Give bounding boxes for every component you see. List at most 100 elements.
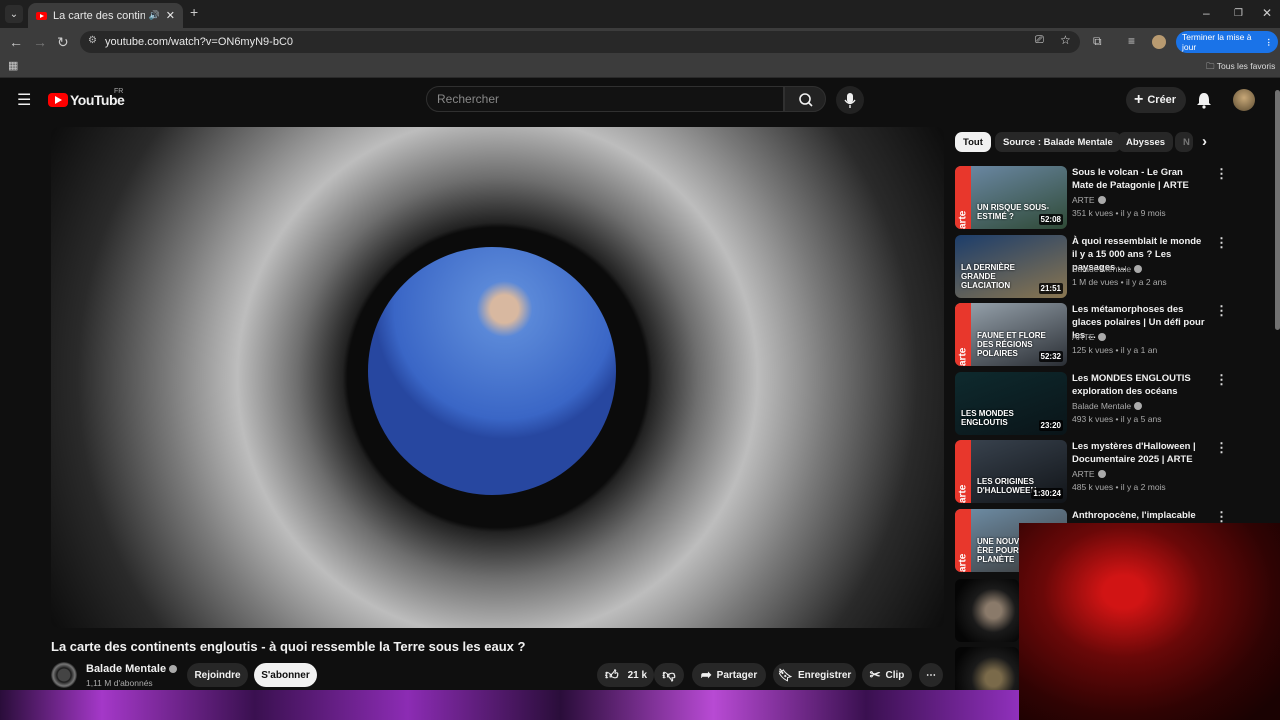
new-tab-icon[interactable]: + [190,4,198,20]
update-button[interactable]: Terminer la mise à jour ⋮ [1176,31,1278,53]
hamburger-menu-icon[interactable]: ☰ [17,90,31,110]
recommendation-item[interactable]: arte LES ORIGINES D'HALLOWEEN 1:30:24 Le… [955,440,1275,505]
video-duration: 52:32 [1038,351,1063,362]
reading-list-icon[interactable]: ≡ [1128,34,1135,48]
more-actions-button[interactable]: ⋯ [919,663,943,687]
more-options-icon[interactable]: ⋮ [1215,372,1228,388]
voice-search-button[interactable] [836,86,864,114]
verified-icon [1134,265,1143,273]
rec-thumbnail[interactable] [955,579,1019,642]
browser-toolbar: ← → ↻ ⚙ youtube.com/watch?v=ON6myN9-bC0 … [0,28,1280,56]
browser-tab[interactable]: La carte des continents engloutis 🔊 ✕ [28,3,183,28]
rec-meta: 485 k vues • il y a 2 mois [1072,482,1166,492]
rec-channel[interactable]: ARTE [1072,469,1106,479]
recommendation-item[interactable]: LES MONDES ENGLOUTIS 23:20 Les MONDES EN… [955,372,1275,437]
channel-avatar[interactable] [51,662,77,688]
more-options-icon[interactable]: ⋮ [1215,303,1228,319]
site-info-icon[interactable]: ⚙ [88,35,97,46]
account-avatar[interactable] [1233,89,1255,111]
verified-icon [169,665,178,673]
search-button[interactable] [784,86,826,112]
rec-title[interactable]: Les mystères d'Halloween | Documentaire … [1072,440,1207,466]
rec-thumbnail[interactable]: LES MONDES ENGLOUTIS 23:20 [955,372,1067,435]
chip-all[interactable]: Tout [955,132,991,152]
rec-channel-name: ARTE [1072,469,1095,479]
tab-search-chevron-icon[interactable]: ⌄ [5,5,23,23]
recommendation-item[interactable]: arte FAUNE ET FLORE DES RÉGIONS POLAIRES… [955,303,1275,368]
bookmarks-bar: ▦ 🗀 Tous les favoris [0,56,1280,78]
save-button[interactable]: 🔖︎ Enregistrer [773,663,856,687]
video-player[interactable] [51,127,944,628]
subscribe-button[interactable]: S'abonner [254,663,317,687]
rec-channel[interactable]: Balade Mentale [1072,401,1143,411]
rec-thumbnail[interactable]: arte FAUNE ET FLORE DES RÉGIONS POLAIRES… [955,303,1067,366]
more-options-icon[interactable]: ⋮ [1215,166,1228,182]
rec-channel[interactable]: Balade Mentale [1072,264,1143,274]
arte-logo: arte [955,509,971,572]
rec-channel-name: ARTE [1072,332,1095,342]
arte-logo: arte [955,303,971,366]
install-app-icon[interactable]: ⎚ [1035,34,1044,47]
chip-abysses[interactable]: Abysses [1118,132,1174,152]
rec-thumbnail[interactable]: LA DERNIÈRE GRANDE GLACIATION 21:51 [955,235,1067,298]
dislike-button[interactable]: 👎︎ [654,663,684,687]
create-label: Créer [1147,94,1177,106]
chip-source[interactable]: Source : Balade Mentale [995,132,1121,152]
recommendation-item[interactable]: arte UN RISQUE SOUS-ESTIMÉ ? 52:08 Sous … [955,166,1275,231]
address-bar[interactable]: ⚙ youtube.com/watch?v=ON6myN9-bC0 ⎚ ☆ [80,31,1080,53]
video-title: La carte des continents engloutis - à qu… [51,639,526,654]
back-icon[interactable]: ← [9,34,23,50]
channel-name-text: Balade Mentale [86,663,167,675]
rec-title[interactable]: Les MONDES ENGLOUTIS exploration des océ… [1072,372,1207,398]
page-scrollbar[interactable] [1275,90,1280,330]
join-button[interactable]: Rejoindre [187,663,248,687]
profile-avatar-icon[interactable] [1152,35,1166,49]
search-input[interactable]: Rechercher [426,86,784,112]
like-button[interactable]: 👍︎ 21 k [597,663,654,687]
close-window-icon[interactable]: ✕ [1262,6,1272,20]
rec-meta: 351 k vues • il y a 9 mois [1072,208,1166,218]
video-duration: 1:30:24 [1031,488,1063,499]
extensions-icon[interactable]: ⧉ [1093,34,1102,49]
rec-title[interactable]: Anthropocène, l'implacable [1072,509,1207,522]
restore-icon[interactable]: ❐ [1234,8,1243,19]
rec-thumbnail[interactable]: arte UN RISQUE SOUS-ESTIMÉ ? 52:08 [955,166,1067,229]
tab-title: La carte des continents engloutis [53,9,145,22]
create-button[interactable]: + Créer [1126,87,1186,113]
share-arrow-icon: ➦ [700,667,712,682]
rec-channel-name: Balade Mentale [1072,264,1132,274]
more-options-icon[interactable]: ⋮ [1215,235,1228,251]
rec-title[interactable]: Sous le volcan - Le Gran Mate de Patagon… [1072,166,1207,192]
forward-icon[interactable]: → [33,34,47,50]
like-count: 21 k [627,669,648,681]
share-button[interactable]: ➦ Partager [692,663,766,687]
microphone-icon [844,93,856,108]
rec-channel[interactable]: ARTE [1072,332,1106,342]
bookmark-star-icon[interactable]: ☆ [1060,33,1071,47]
audio-icon[interactable]: 🔊 [149,10,160,21]
close-tab-icon[interactable]: ✕ [166,9,175,22]
apps-grid-icon[interactable]: ▦ [8,59,18,72]
reload-icon[interactable]: ↻ [57,34,69,51]
minimize-icon[interactable]: – [1203,6,1210,20]
plus-icon: + [1134,91,1144,108]
more-dots-icon: ⋯ [926,669,936,681]
chevron-right-icon[interactable]: › [1202,133,1207,150]
rec-thumbnail[interactable]: arte LES ORIGINES D'HALLOWEEN 1:30:24 [955,440,1067,503]
recommendation-item[interactable]: LA DERNIÈRE GRANDE GLACIATION 21:51 À qu… [955,235,1275,300]
channel-name[interactable]: Balade Mentale [86,663,178,675]
rec-meta: 125 k vues • il y a 1 an [1072,345,1158,355]
chip-next[interactable]: N [1175,132,1193,152]
video-duration: 52:08 [1038,214,1063,225]
all-bookmarks[interactable]: 🗀 Tous les favoris [1206,61,1275,75]
verified-icon [1097,333,1106,341]
rec-channel[interactable]: ARTE [1072,195,1106,205]
youtube-logo[interactable]: YouTube FR [48,88,125,108]
bookmark-icon: 🔖︎ [777,668,793,682]
more-options-icon[interactable]: ⋮ [1215,440,1228,456]
clip-button[interactable]: ✂ Clip [862,663,912,687]
menu-dots-icon[interactable]: ⋮ [1265,37,1274,48]
verified-icon [1097,196,1106,204]
video-duration: 21:51 [1038,283,1063,294]
notifications-bell-icon[interactable] [1196,91,1212,109]
